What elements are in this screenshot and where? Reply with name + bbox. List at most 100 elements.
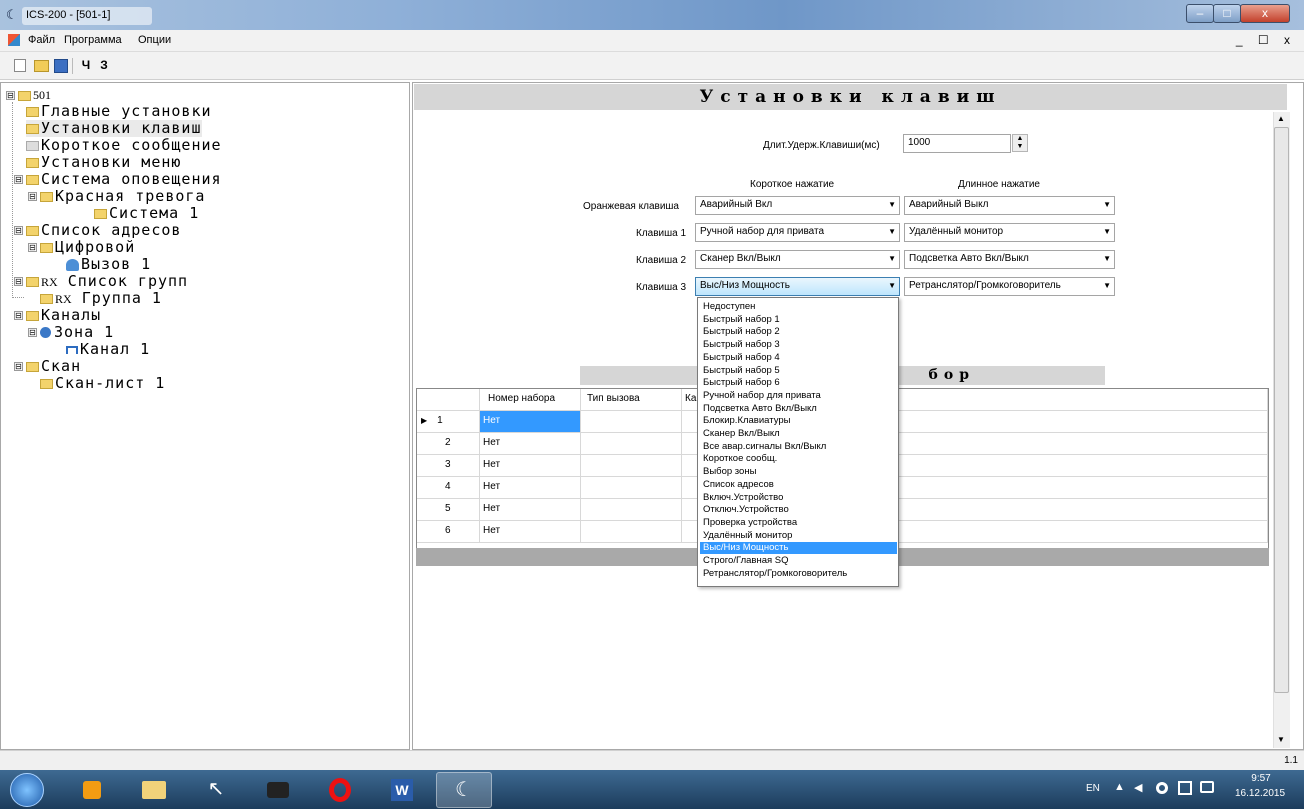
orange-key-short-select[interactable]: Аварийный Вкл ▼ <box>695 196 900 215</box>
opera-icon[interactable] <box>312 772 368 808</box>
expand-toggle[interactable]: ⊟ <box>14 277 23 286</box>
tree-node-main-settings[interactable]: Главные установки <box>26 103 212 120</box>
camera-icon[interactable] <box>250 772 306 808</box>
dropdown-option[interactable]: Проверка устройства <box>700 517 897 529</box>
expand-toggle[interactable]: ⊟ <box>28 328 37 337</box>
hold-duration-input[interactable]: 1000 <box>903 134 1011 153</box>
word-icon[interactable]: W <box>374 772 430 808</box>
expand-toggle[interactable]: ⊟ <box>14 175 23 184</box>
tree-node-call-1[interactable]: Вызов 1 <box>66 256 151 273</box>
expand-toggle[interactable]: ⊟ <box>14 362 23 371</box>
row-header[interactable]: 6 <box>417 521 480 543</box>
scroll-down-icon[interactable]: ▼ <box>1277 735 1285 744</box>
dropdown-option[interactable]: Быстрый набор 3 <box>700 339 897 351</box>
dropdown-option[interactable]: Сканер Вкл/Выкл <box>700 428 897 440</box>
dropdown-option[interactable]: Отключ.Устройство <box>700 504 897 516</box>
row-header[interactable]: 3 <box>417 455 480 477</box>
number-cell[interactable]: Нет <box>480 521 581 543</box>
tree-node-short-message[interactable]: Короткое сообщение <box>26 137 222 154</box>
tree-node-address-list[interactable]: Список адресов <box>26 222 181 239</box>
expand-toggle[interactable]: ⊟ <box>14 226 23 235</box>
menu-program[interactable]: Программа <box>64 34 122 46</box>
number-cell[interactable]: Нет <box>480 477 581 499</box>
tree-node-system-1[interactable]: Система 1 <box>94 205 199 222</box>
tree-node-channel-1[interactable]: Канал 1 <box>66 341 150 358</box>
number-cell[interactable]: Нет <box>480 455 581 477</box>
call-type-cell[interactable] <box>581 477 682 499</box>
dropdown-option[interactable]: Список адресов <box>700 479 897 491</box>
app-menu-icon[interactable] <box>8 34 20 46</box>
dropdown-option[interactable]: Быстрый набор 2 <box>700 326 897 338</box>
tree-node-channels[interactable]: Каналы <box>26 307 101 324</box>
network-icon[interactable] <box>1178 781 1192 795</box>
row-header[interactable]: 5 <box>417 499 480 521</box>
expand-toggle[interactable]: ⊟ <box>28 192 37 201</box>
number-cell[interactable]: Нет <box>480 433 581 455</box>
key1-short-select[interactable]: Ручной набор для привата ▼ <box>695 223 900 242</box>
expand-toggle[interactable]: ⊟ <box>28 243 37 252</box>
dropdown-option[interactable]: Быстрый набор 4 <box>700 352 897 364</box>
grid-header-number[interactable]: Номер набора <box>480 389 581 411</box>
call-type-cell[interactable] <box>581 411 682 433</box>
tree-node-alert-system[interactable]: Система оповещения <box>26 171 222 188</box>
start-orb-icon[interactable] <box>10 773 44 807</box>
crescent-app-icon[interactable]: ☾ <box>436 772 492 808</box>
dropdown-option[interactable]: Выбор зоны <box>700 466 897 478</box>
expand-toggle[interactable]: ⊟ <box>6 91 15 100</box>
number-cell[interactable]: Нет <box>480 411 581 433</box>
close-button[interactable]: x <box>1240 4 1290 23</box>
dropdown-option[interactable]: Ретранслятор/Громкоговоритель <box>700 568 897 580</box>
scrollbar-thumb[interactable] <box>1274 127 1289 693</box>
dropdown-option[interactable]: Блокир.Клавиатуры <box>700 415 897 427</box>
dropdown-option[interactable]: Удалённый монитор <box>700 530 897 542</box>
dropdown-option[interactable]: Выс/Низ Мощность <box>700 542 897 555</box>
grid-header-call-type[interactable]: Тип вызова <box>581 389 682 411</box>
action-center-icon[interactable] <box>1200 781 1214 793</box>
dropdown-option[interactable]: Все авар.сигналы Вкл/Выкл <box>700 441 897 453</box>
app-arrow-icon[interactable]: ↖ <box>188 772 244 808</box>
call-type-cell[interactable] <box>581 433 682 455</box>
expand-toggle[interactable]: ⊟ <box>14 311 23 320</box>
tree-node-key-settings[interactable]: Установки клавиш <box>26 120 202 137</box>
tree-node-digital[interactable]: Цифровой <box>40 239 135 256</box>
tree-node-scan[interactable]: Скан <box>26 358 81 375</box>
hold-duration-spinner[interactable]: ▲ ▼ <box>1012 134 1028 152</box>
minimize-button[interactable]: – <box>1186 4 1214 23</box>
row-header[interactable]: ▶ 1 <box>417 411 480 433</box>
key2-long-select[interactable]: Подсветка Авто Вкл/Выкл ▼ <box>904 250 1115 269</box>
key3-short-select[interactable]: Выс/Низ Мощность ▼ <box>695 277 900 296</box>
spin-up-icon[interactable]: ▲ <box>1017 135 1024 142</box>
key1-long-select[interactable]: Удалённый монитор ▼ <box>904 223 1115 242</box>
orange-key-long-select[interactable]: Аварийный Выкл ▼ <box>904 196 1115 215</box>
call-type-cell[interactable] <box>581 521 682 543</box>
save-icon[interactable] <box>54 59 68 73</box>
row-header[interactable]: 2 <box>417 433 480 455</box>
row-header[interactable]: 4 <box>417 477 480 499</box>
tree-node-menu-settings[interactable]: Установки меню <box>26 154 181 171</box>
number-cell[interactable]: Нет <box>480 499 581 521</box>
menu-options[interactable]: Опции <box>138 34 171 46</box>
new-file-icon[interactable] <box>14 59 26 72</box>
volume-icon[interactable]: ◀ <box>1134 781 1142 794</box>
key3-long-select[interactable]: Ретранслятор/Громкоговоритель ▼ <box>904 277 1115 296</box>
language-indicator[interactable]: EN <box>1086 783 1100 794</box>
scroll-up-icon[interactable]: ▲ <box>1277 114 1285 123</box>
dropdown-option[interactable]: Подсветка Авто Вкл/Выкл <box>700 403 897 415</box>
tree-node-zone-1[interactable]: Зона 1 <box>40 324 114 341</box>
mdi-window-controls[interactable]: _ ☐ x <box>1236 33 1296 47</box>
open-folder-icon[interactable] <box>34 60 49 72</box>
read-radio-button[interactable]: Ч <box>78 58 94 73</box>
dropdown-option[interactable]: Недоступен <box>700 301 897 313</box>
call-type-cell[interactable] <box>581 499 682 521</box>
dropdown-option[interactable]: Быстрый набор 1 <box>700 314 897 326</box>
menu-file[interactable]: Файл <box>28 34 55 46</box>
clock-time[interactable]: 9:57 <box>1236 773 1286 784</box>
tray-arrow-icon[interactable]: ▲ <box>1114 781 1125 793</box>
write-radio-button[interactable]: З <box>96 58 112 73</box>
dropdown-option[interactable]: Строго/Главная SQ <box>700 555 897 567</box>
file-explorer-icon[interactable] <box>126 772 182 808</box>
tray-app-icon[interactable] <box>1156 782 1168 794</box>
dropdown-option[interactable]: Короткое сообщ. <box>700 453 897 465</box>
media-player-icon[interactable] <box>64 772 120 808</box>
tree-node-red-alert[interactable]: Красная тревога <box>40 188 205 205</box>
